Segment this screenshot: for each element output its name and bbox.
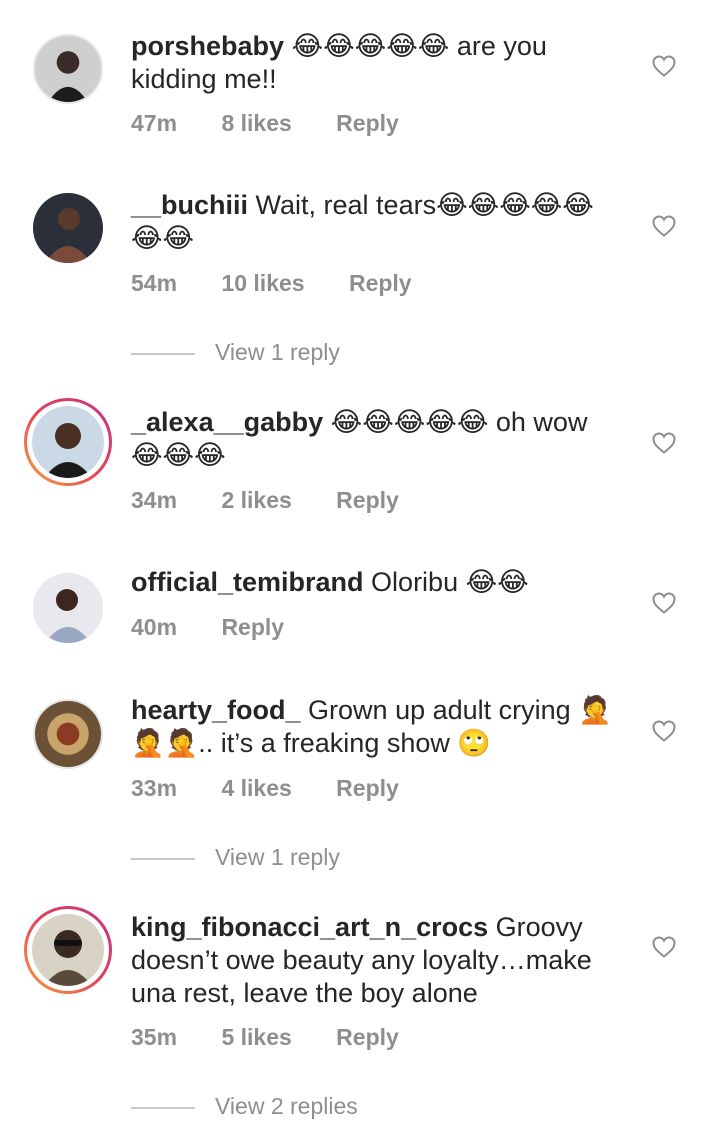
laughing-emoji-icon: 😂😂😂😂😂 bbox=[330, 407, 489, 437]
avatar[interactable] bbox=[33, 573, 103, 643]
reply-button[interactable]: Reply bbox=[336, 487, 399, 513]
reply-button[interactable]: Reply bbox=[336, 110, 399, 136]
laughing-emoji-icon: 😂😂😂 bbox=[131, 440, 226, 470]
reply-button[interactable]: Reply bbox=[336, 775, 399, 801]
comment-meta: 40m Reply bbox=[131, 614, 322, 641]
comment-username[interactable]: _alexa__gabby bbox=[131, 407, 323, 437]
comment-text: official_temibrand Oloribu 😂😂 bbox=[131, 566, 621, 599]
view-replies-button[interactable]: View 2 replies bbox=[131, 1093, 358, 1120]
comment-text: __buchiii Wait, real tears😂😂😂😂😂😂😂 bbox=[131, 189, 621, 255]
likes-count[interactable]: 10 likes bbox=[221, 270, 304, 296]
divider-line bbox=[131, 857, 195, 860]
laughing-emoji-icon: 😂😂😂😂😂 bbox=[291, 31, 450, 61]
reply-button[interactable]: Reply bbox=[221, 614, 284, 640]
comment-meta: 33m 4 likes Reply bbox=[131, 775, 437, 802]
avatar-story-ring[interactable] bbox=[24, 398, 112, 486]
comment-meta: 54m 10 likes Reply bbox=[131, 270, 450, 297]
eye-roll-emoji-icon: 🙄 bbox=[457, 728, 491, 758]
comment-body: .. it’s a freaking show bbox=[198, 728, 458, 758]
heart-outline-icon[interactable] bbox=[652, 936, 676, 958]
comment-time: 33m bbox=[131, 775, 178, 801]
avatar-story-ring[interactable] bbox=[24, 906, 112, 994]
comment-text: _alexa__gabby 😂😂😂😂😂 oh wow 😂😂😂 bbox=[131, 406, 621, 472]
heart-outline-icon[interactable] bbox=[652, 55, 676, 77]
comment-time: 40m bbox=[131, 614, 178, 640]
view-replies-label: View 1 reply bbox=[215, 339, 340, 365]
avatar[interactable] bbox=[33, 34, 103, 104]
likes-count[interactable]: 4 likes bbox=[221, 775, 291, 801]
comment-body: Oloribu bbox=[363, 567, 466, 597]
avatar[interactable] bbox=[33, 699, 103, 769]
comment-body: Wait, real tears bbox=[248, 190, 437, 220]
comment-time: 34m bbox=[131, 487, 178, 513]
comment-text: king_fibonacci_art_n_crocs Groovy doesn’… bbox=[131, 911, 611, 1010]
comment-meta: 34m 2 likes Reply bbox=[131, 487, 437, 514]
comment-text: porshebaby 😂😂😂😂😂 are you kidding me!! bbox=[131, 30, 621, 96]
divider-line bbox=[131, 352, 195, 355]
comment-time: 35m bbox=[131, 1024, 178, 1050]
heart-outline-icon[interactable] bbox=[652, 432, 676, 454]
likes-count[interactable]: 2 likes bbox=[221, 487, 291, 513]
divider-line bbox=[131, 1106, 195, 1109]
comment-meta: 35m 5 likes Reply bbox=[131, 1024, 437, 1051]
comment-time: 54m bbox=[131, 270, 178, 296]
comment-username[interactable]: __buchiii bbox=[131, 190, 248, 220]
view-replies-label: View 1 reply bbox=[215, 844, 340, 870]
comment-body: oh wow bbox=[488, 407, 588, 437]
reply-button[interactable]: Reply bbox=[349, 270, 412, 296]
laughing-emoji-icon: 😂😂 bbox=[465, 567, 529, 597]
comment-meta: 47m 8 likes Reply bbox=[131, 110, 437, 137]
view-replies-button[interactable]: View 1 reply bbox=[131, 844, 340, 871]
heart-outline-icon[interactable] bbox=[652, 720, 676, 742]
likes-count[interactable]: 8 likes bbox=[221, 110, 291, 136]
comment-text: hearty_food_ Grown up adult crying 🤦🤦🤦..… bbox=[131, 694, 621, 760]
comment-body: Grown up adult crying bbox=[300, 695, 579, 725]
comment-username[interactable]: king_fibonacci_art_n_crocs bbox=[131, 912, 488, 942]
comment-username[interactable]: official_temibrand bbox=[131, 567, 364, 597]
avatar[interactable] bbox=[33, 193, 103, 263]
heart-outline-icon[interactable] bbox=[652, 215, 676, 237]
comment-username[interactable]: porshebaby bbox=[131, 31, 284, 61]
comment-time: 47m bbox=[131, 110, 178, 136]
heart-outline-icon[interactable] bbox=[652, 592, 676, 614]
comment-username[interactable]: hearty_food_ bbox=[131, 695, 301, 725]
view-replies-label: View 2 replies bbox=[215, 1093, 358, 1119]
view-replies-button[interactable]: View 1 reply bbox=[131, 339, 340, 366]
likes-count[interactable]: 5 likes bbox=[221, 1024, 291, 1050]
reply-button[interactable]: Reply bbox=[336, 1024, 399, 1050]
